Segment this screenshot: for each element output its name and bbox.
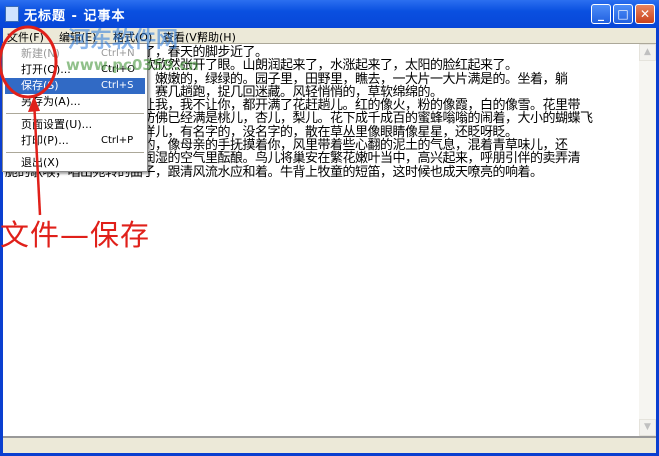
scroll-up-arrow-icon[interactable]: ▲ xyxy=(639,44,656,61)
menu-item-print[interactable]: 打印(P)... Ctrl+P xyxy=(5,133,145,149)
notepad-icon xyxy=(5,6,19,22)
annotation-label: 文件—保存 xyxy=(0,218,151,252)
maximize-button[interactable]: □ xyxy=(613,4,633,24)
minimize-button[interactable]: _ xyxy=(591,4,611,24)
watermark-url: www.pc0359.cn xyxy=(66,56,199,74)
vertical-scrollbar[interactable]: ▲ ▼ xyxy=(639,44,656,436)
close-button[interactable]: ✕ xyxy=(635,4,655,24)
scroll-down-arrow-icon[interactable]: ▼ xyxy=(639,419,656,436)
menu-item-exit[interactable]: 退出(X) xyxy=(5,155,145,171)
menu-separator xyxy=(6,113,144,114)
menu-item-label: 另存为(A)... xyxy=(21,95,81,108)
menu-separator xyxy=(6,152,144,153)
maximize-icon: □ xyxy=(617,7,629,21)
watermark-logo: 河东软件网 xyxy=(68,28,179,53)
close-icon: ✕ xyxy=(639,7,651,21)
menu-item-label: 打印(P)... xyxy=(21,134,69,147)
menu-item-label: 新建(N) xyxy=(21,47,60,60)
menu-item-page-setup[interactable]: 页面设置(U)... xyxy=(5,117,145,133)
menu-item-save-as[interactable]: 另存为(A)... xyxy=(5,94,145,110)
menu-item-shortcut: Ctrl+S xyxy=(101,80,134,91)
minimize-icon: _ xyxy=(598,7,604,21)
menu-item-label: 退出(X) xyxy=(21,156,60,169)
menu-item-label: 页面设置(U)... xyxy=(21,118,93,131)
menu-item-label: 保存(S) xyxy=(21,79,59,92)
status-bar xyxy=(3,436,656,453)
menu-item-label: 打开(O)... xyxy=(21,63,71,76)
menu-item-save[interactable]: 保存(S) Ctrl+S xyxy=(5,78,145,94)
menu-item-shortcut: Ctrl+P xyxy=(101,135,134,146)
